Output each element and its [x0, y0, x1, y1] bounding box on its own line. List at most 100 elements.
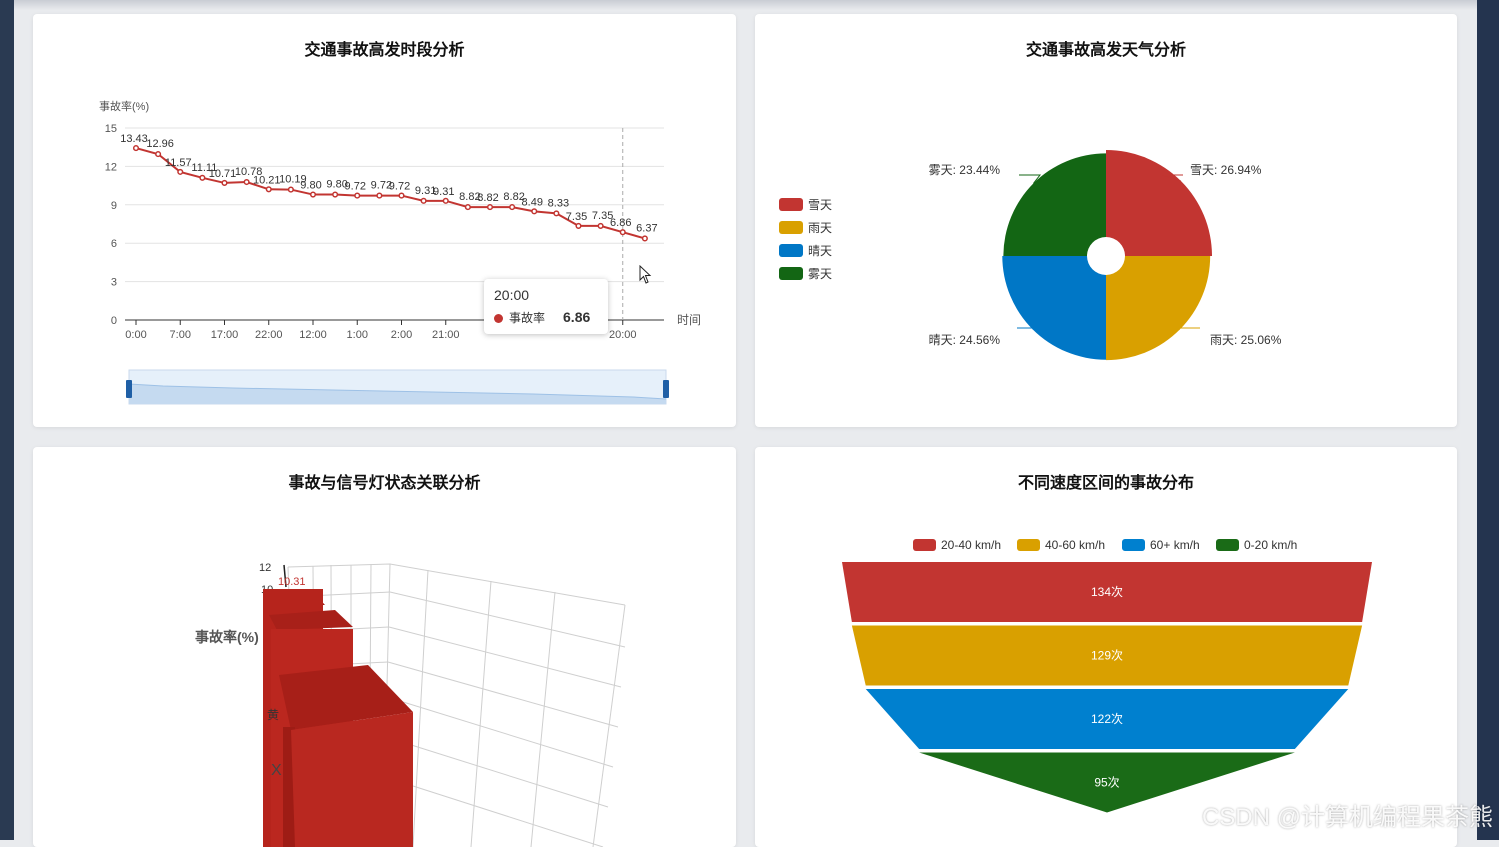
- legend-label[interactable]: 雪天: [808, 198, 832, 212]
- data-point[interactable]: [309, 191, 317, 198]
- legend-swatch[interactable]: [1216, 539, 1239, 551]
- data-label: 12.96: [146, 138, 174, 150]
- window-frame-top: [14, 0, 1477, 10]
- data-label: 11.57: [165, 157, 192, 169]
- y-tick-label: 3: [111, 277, 117, 289]
- data-point[interactable]: [486, 204, 494, 211]
- pie-slice-label: 雾天: 23.44%: [929, 163, 1001, 177]
- y-tick-label: 0: [111, 315, 117, 327]
- data-point[interactable]: [376, 192, 383, 199]
- x-tick-label: 17:00: [211, 329, 239, 341]
- tooltip-series-name: 事故率: [509, 311, 546, 325]
- line-chart-card: 交通事故高发时段分析 事故率(%) 时间 0 3 6 9 12 15 0:00 7:00 17…: [33, 14, 736, 427]
- funnel-segment-label: 122次: [1091, 712, 1123, 726]
- pie-chart-card: 交通事故高发天气分析 雪天 雨天 晴天 雾天 雪天: 26.94% 雨天: 25.06%…: [755, 14, 1457, 427]
- pie-chart[interactable]: 雪天雨天晴天雾天 雪天: 26.94% 雨天: 25.06% 晴天: 24.56% 雾…: [755, 14, 1457, 427]
- data-label: 6.37: [636, 222, 657, 234]
- data-point[interactable]: [398, 192, 405, 199]
- data-point[interactable]: [420, 197, 427, 204]
- pie-slice-label: 雨天: 25.06%: [1210, 333, 1282, 347]
- data-point[interactable]: [464, 204, 471, 211]
- window-frame-left: [0, 0, 14, 840]
- bar3d-bar-front: [291, 712, 413, 847]
- data-point[interactable]: [354, 192, 361, 199]
- legend-swatch[interactable]: [779, 244, 803, 257]
- legend-label[interactable]: 40-60 km/h: [1045, 538, 1105, 552]
- data-zoom-handle-right[interactable]: [663, 380, 669, 398]
- data-point[interactable]: [199, 174, 206, 181]
- data-label: 9.72: [345, 181, 366, 193]
- x-tick-label: 12:00: [299, 329, 327, 341]
- data-label: 9.80: [300, 180, 321, 192]
- data-point[interactable]: [531, 208, 538, 215]
- data-point[interactable]: [177, 168, 184, 175]
- legend-swatch[interactable]: [1017, 539, 1040, 551]
- data-point[interactable]: [442, 197, 449, 204]
- legend-label[interactable]: 雾天: [808, 267, 832, 281]
- y-tick-label: 15: [105, 123, 117, 135]
- data-label: 9.31: [433, 186, 454, 198]
- x-tick-label: 21:00: [432, 329, 460, 341]
- bar3d-partial-category-label: 黄: [267, 708, 279, 722]
- data-label: 13.43: [120, 133, 148, 145]
- legend-label[interactable]: 0-20 km/h: [1244, 538, 1297, 552]
- data-point[interactable]: [332, 191, 339, 198]
- funnel-segment-label: 134次: [1091, 585, 1123, 599]
- data-point[interactable]: [641, 235, 648, 242]
- x-tick-label: 22:00: [255, 329, 283, 341]
- mouse-cursor-icon: [639, 265, 652, 284]
- tooltip-axis-label: 20:00: [494, 287, 530, 303]
- legend-label[interactable]: 雨天: [808, 221, 832, 235]
- y-tick-label: 6: [111, 238, 117, 250]
- pie-slice[interactable]: [1106, 256, 1211, 361]
- data-point[interactable]: [575, 222, 582, 229]
- data-zoom-handle-left[interactable]: [126, 380, 132, 398]
- bar3d-x-axis-label: X: [271, 762, 282, 779]
- legend-swatch[interactable]: [779, 267, 803, 280]
- data-point[interactable]: [597, 222, 604, 229]
- data-point[interactable]: [221, 179, 228, 186]
- data-point[interactable]: [265, 186, 272, 193]
- data-point[interactable]: [155, 151, 162, 158]
- data-label: 6.86: [610, 217, 631, 229]
- pie-slice[interactable]: [1002, 256, 1106, 360]
- data-label: 10.71: [209, 168, 237, 180]
- legend-swatch[interactable]: [779, 221, 803, 234]
- line-chart[interactable]: 事故率(%) 时间 0 3 6 9 12 15 0:00 7:00 17:00 22:00 12:…: [33, 14, 736, 427]
- funnel-chart-card: 不同速度区间的事故分布 20-40 km/h 40-60 km/h 60+ km/h…: [755, 447, 1457, 847]
- data-label: 7.35: [566, 211, 587, 223]
- data-point[interactable]: [243, 178, 250, 186]
- x-tick-label: 1:00: [347, 329, 368, 341]
- x-tick-label: 7:00: [170, 329, 191, 341]
- pie-slice-label: 雪天: 26.94%: [1190, 163, 1262, 177]
- data-point[interactable]: [132, 145, 140, 152]
- data-point[interactable]: [553, 210, 560, 217]
- data-point[interactable]: [619, 229, 626, 236]
- data-point[interactable]: [287, 186, 294, 193]
- csdn-watermark: CSDN @计算机编程果茶熊: [1201, 804, 1493, 831]
- bar3d-y-axis-label: 事故率(%): [195, 629, 259, 645]
- x-axis-label: 时间: [677, 313, 701, 327]
- window-frame-right: [1477, 0, 1499, 840]
- legend-swatch[interactable]: [779, 198, 803, 211]
- z-tick-12: 12: [259, 562, 271, 574]
- legend-swatch[interactable]: [913, 539, 936, 551]
- data-point[interactable]: [509, 204, 516, 211]
- chart-tooltip: 20:00 事故率 6.86: [484, 279, 608, 334]
- legend-label[interactable]: 60+ km/h: [1150, 538, 1200, 552]
- pie-slice[interactable]: [1003, 153, 1106, 256]
- legend-label[interactable]: 晴天: [808, 244, 832, 258]
- funnel-chart[interactable]: 20-40 km/h 40-60 km/h 60+ km/h 0-20 km/h 13…: [755, 447, 1457, 847]
- funnel-segment-label: 95次: [1094, 776, 1119, 790]
- data-label: 8.49: [522, 196, 543, 208]
- x-tick-label: 2:00: [391, 329, 412, 341]
- data-label: 8.82: [477, 192, 498, 204]
- y-axis-label: 事故率(%): [99, 99, 149, 113]
- bar3d-chart[interactable]: 12 10 10.31 事故率(%) 黄 X: [33, 447, 736, 847]
- legend-label[interactable]: 20-40 km/h: [941, 538, 1001, 552]
- legend-swatch[interactable]: [1122, 539, 1145, 551]
- data-zoom-slider[interactable]: [126, 369, 669, 405]
- pie-label-line: [1174, 327, 1200, 331]
- data-label: 10.21: [253, 174, 281, 186]
- bar3d-value-label: 10.31: [278, 576, 306, 588]
